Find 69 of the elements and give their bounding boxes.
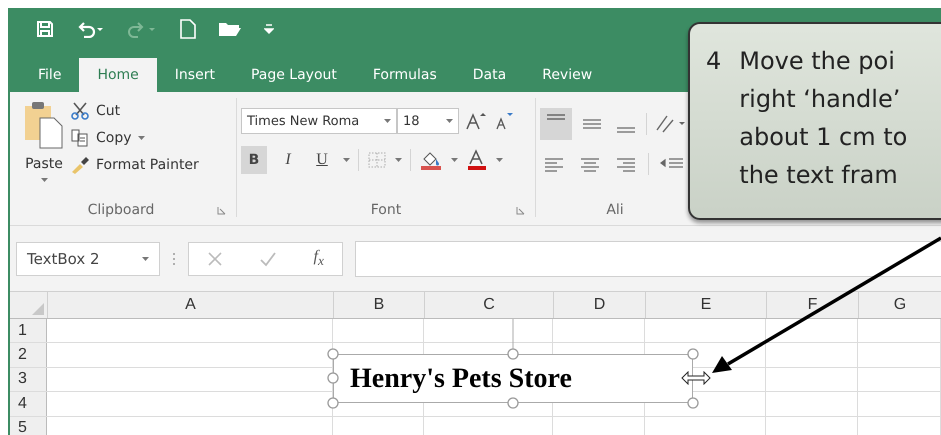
- align-top-icon[interactable]: [540, 108, 572, 140]
- caret-icon[interactable]: [451, 158, 458, 162]
- selection-handles-drawing[interactable]: [327, 348, 699, 409]
- row-header[interactable]: 4: [10, 392, 47, 416]
- caret-icon[interactable]: [40, 178, 48, 182]
- column-header[interactable]: B: [333, 292, 424, 318]
- group-label: Clipboard: [88, 202, 154, 218]
- paste-label[interactable]: Paste: [25, 156, 63, 172]
- save-icon[interactable]: [36, 20, 54, 38]
- underline-button[interactable]: U: [309, 146, 335, 174]
- caret-icon[interactable]: [446, 119, 453, 123]
- dialog-launcher-icon[interactable]: [217, 206, 226, 214]
- copy-button[interactable]: Copy: [96, 130, 132, 146]
- insert-function-button[interactable]: f$_{x}$: [314, 248, 324, 270]
- bold-button[interactable]: B: [241, 146, 267, 174]
- borders-icon[interactable]: [367, 151, 387, 169]
- text-box-text: Henry's Pets Store: [350, 362, 572, 394]
- font-size-field[interactable]: 18: [397, 108, 459, 134]
- resize-cursor-icon: [681, 371, 711, 385]
- formula-input[interactable]: [355, 240, 941, 276]
- row-header[interactable]: 2: [10, 343, 47, 367]
- row-header[interactable]: 1: [10, 319, 47, 342]
- row-header[interactable]: 5: [10, 416, 47, 435]
- caret-icon[interactable]: [138, 136, 145, 140]
- paste-icon[interactable]: [24, 100, 64, 150]
- column-header[interactable]: A: [47, 292, 333, 318]
- caret-icon[interactable]: [384, 119, 391, 123]
- new-document-icon[interactable]: [180, 19, 196, 39]
- callout-text: the text fram: [739, 160, 899, 191]
- folder-icon[interactable]: [218, 20, 242, 38]
- dialog-launcher-icon[interactable]: [516, 206, 525, 214]
- column-header[interactable]: C: [424, 292, 553, 318]
- text-box[interactable]: Henry's Pets Store: [333, 354, 693, 403]
- callout-text: right ‘handle’: [739, 84, 902, 115]
- cut-button[interactable]: Cut: [96, 103, 120, 119]
- column-header[interactable]: F: [766, 292, 858, 318]
- ribbon-tab[interactable]: Review: [524, 58, 610, 92]
- caret-icon[interactable]: [395, 158, 402, 162]
- caret-icon[interactable]: [496, 158, 503, 162]
- grow-font-icon[interactable]: [465, 111, 487, 131]
- group-label: Font: [370, 202, 402, 218]
- ribbon-tab[interactable]: Formulas: [354, 58, 455, 92]
- column-header[interactable]: G: [858, 292, 941, 318]
- brush-icon: [70, 156, 90, 174]
- name-box[interactable]: TextBox 2: [16, 242, 160, 276]
- column-header[interactable]: E: [645, 292, 766, 318]
- ribbon-tab[interactable]: File: [20, 58, 80, 92]
- caret-icon[interactable]: [343, 158, 350, 162]
- ribbon-tab[interactable]: Home: [79, 58, 157, 92]
- customize-icon[interactable]: [264, 23, 274, 35]
- ribbon-tab[interactable]: Insert: [156, 58, 233, 92]
- callout-text: about 1 cm to: [739, 122, 908, 153]
- group-label: Ali: [606, 202, 624, 218]
- step-number: 4: [706, 46, 722, 77]
- caret-icon[interactable]: [142, 256, 149, 260]
- callout-text: Move the poi: [739, 46, 896, 77]
- scissors-icon: [70, 102, 90, 120]
- font-color-icon[interactable]: [466, 149, 488, 171]
- undo-icon[interactable]: [76, 20, 106, 38]
- format-painter-button[interactable]: Format Painter: [96, 157, 199, 173]
- italic-button[interactable]: I: [275, 146, 301, 174]
- font-name-field[interactable]: Times New Roma: [241, 108, 397, 134]
- copy-icon: [70, 129, 90, 147]
- column-header[interactable]: D: [553, 292, 645, 318]
- row-header[interactable]: 3: [10, 368, 47, 392]
- check-icon[interactable]: [259, 250, 278, 266]
- ribbon-tab[interactable]: Page Layout: [232, 58, 355, 92]
- ribbon-tab[interactable]: Data: [454, 58, 524, 92]
- drag-handle-icon[interactable]: [172, 252, 176, 266]
